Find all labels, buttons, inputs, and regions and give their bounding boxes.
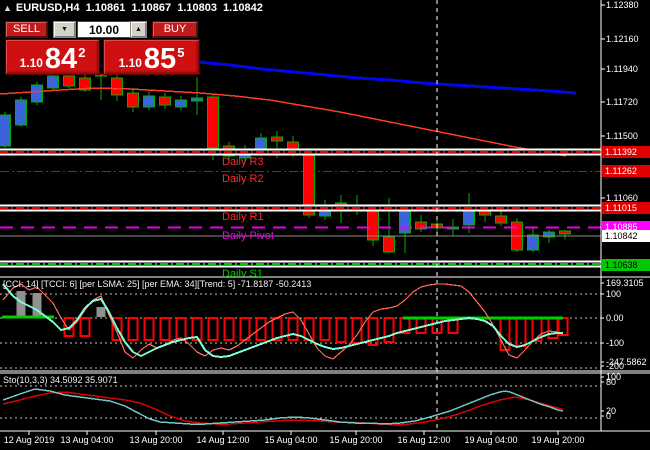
- cci-histogram-bar: [223, 317, 235, 341]
- sell-price-display[interactable]: 1.10 84 2: [5, 39, 100, 75]
- stochastic-indicator-label: Sto(10,3,3) 34.5092 35.9071: [3, 375, 118, 385]
- ohlc-close: 1.10842: [223, 2, 263, 14]
- ohlc-high: 1.10867: [131, 2, 172, 14]
- price-axis-label: 1.12160: [606, 34, 639, 44]
- candle-body: [143, 95, 155, 108]
- time-axis-label: 15 Aug 04:00: [264, 435, 318, 445]
- trade-panel-row: SELL ▼ ▲ BUY: [3, 21, 200, 38]
- candle-body: [367, 209, 379, 241]
- candle-body: [559, 230, 571, 235]
- sell-button[interactable]: SELL: [5, 21, 48, 38]
- candle-body: [47, 75, 59, 89]
- sto-axis-label: 80: [606, 377, 617, 387]
- candle-body: [383, 236, 395, 253]
- cci-indicator-label: [CCI: 14] [TCCI: 6] [per LSMA: 25] [per …: [3, 279, 312, 289]
- price-badge: 1.11262: [602, 165, 650, 177]
- time-axis-label: 16 Aug 12:00: [397, 435, 451, 445]
- cci-histogram-bar: [207, 317, 219, 341]
- cci-histogram-bar: [335, 317, 347, 343]
- buy-button[interactable]: BUY: [152, 21, 198, 38]
- price-badge: 1.11392: [602, 146, 650, 158]
- tcci-line: [2, 283, 564, 360]
- price-badge: 1.10842: [602, 230, 650, 242]
- mt4-chart-window: Daily R3 Daily R2 Daily R1 Daily Pivot Daily…: [0, 0, 650, 450]
- price-axis[interactable]: 1.12380 1.12160 1.11940 1.11720 1.11500 1.110…: [601, 0, 650, 450]
- ma-blue-line: [149, 57, 577, 95]
- cci-axis-label: 169.3105: [606, 278, 644, 288]
- buy-price-sup: 5: [177, 45, 185, 60]
- ohlc-open: 1.10861: [85, 2, 126, 14]
- ma-red-line: [0, 87, 567, 157]
- sell-price-big: 84: [44, 43, 78, 75]
- cci-histogram-bar: [515, 317, 527, 347]
- cci-axis-label: -100: [606, 338, 625, 348]
- cci-line: [2, 283, 563, 358]
- candle-body: [111, 77, 123, 96]
- candle-body: [527, 234, 539, 251]
- sto-axis-label: 0: [606, 411, 612, 421]
- price-badge: 1.11015: [602, 202, 650, 214]
- time-axis[interactable]: 12 Aug 2019 13 Aug 04:00 13 Aug 20:00 14 Au…: [0, 435, 650, 449]
- time-axis-label: 19 Aug 04:00: [464, 435, 518, 445]
- cci-histogram-bar: [79, 317, 91, 337]
- price-axis-label: 1.11940: [606, 64, 638, 74]
- candle-body: [175, 99, 187, 108]
- volume-input[interactable]: [77, 21, 131, 38]
- time-axis-label: 12 Aug 2019: [3, 435, 55, 445]
- cci-histogram-bar: [255, 317, 267, 341]
- sell-price-sup: 2: [78, 45, 86, 60]
- candle-body: [31, 84, 43, 103]
- candle-body: [191, 97, 203, 102]
- time-axis-label: 14 Aug 12:00: [196, 435, 250, 445]
- one-click-trading-panel: SELL ▼ ▲ BUY 1.10842 1.10855: [3, 20, 200, 75]
- symbol-period-label: EURUSD,H4: [15, 2, 80, 14]
- cci-histogram-bar: [143, 317, 155, 341]
- cci-axis-label: 100: [606, 289, 622, 299]
- ohlc-low: 1.10803: [177, 2, 217, 14]
- candle-body: [127, 92, 139, 108]
- price-axis-label: 1.11720: [606, 97, 638, 107]
- collapse-icon[interactable]: ▲: [3, 3, 12, 13]
- chart-header: ▲ EURUSD,H4 1.10861 1.10867 1.10803 1.108…: [3, 2, 266, 14]
- candle-body: [271, 136, 283, 142]
- price-axis-label: 1.11500: [606, 131, 638, 141]
- buy-price-big: 85: [143, 43, 177, 75]
- candle-body: [15, 99, 27, 126]
- buy-price-prefix: 1.10: [118, 56, 142, 70]
- buy-price-display[interactable]: 1.10 85 5: [103, 39, 200, 75]
- cci-histogram-bar: [159, 317, 171, 341]
- candle-body: [0, 114, 11, 147]
- time-axis-label: 19 Aug 20:00: [531, 435, 585, 445]
- cci-histogram-bar: [499, 317, 511, 351]
- volume-increase-button[interactable]: ▲: [130, 21, 147, 38]
- candle-body: [399, 209, 411, 234]
- sto-signal-line: [2, 391, 564, 426]
- sell-price-prefix: 1.10: [19, 56, 43, 70]
- price-badge: 1.10638: [602, 259, 650, 271]
- price-axis-label: 1.12380: [606, 0, 639, 10]
- cci-histogram-bar: [383, 317, 395, 343]
- cci-axis-label: -200: [606, 361, 625, 371]
- time-axis-label: 13 Aug 04:00: [60, 435, 114, 445]
- cci-histogram-bar: [287, 317, 299, 341]
- cci-histogram-bar: [239, 317, 251, 341]
- cci-histogram-bar: [175, 317, 187, 341]
- cci-histogram-bar: [547, 317, 559, 339]
- cci-histogram-bar: [319, 317, 331, 341]
- time-axis-label: 13 Aug 20:00: [129, 435, 183, 445]
- candle-body: [63, 75, 75, 87]
- cci-axis-label: 0.00: [606, 313, 624, 323]
- candle-body: [159, 96, 171, 106]
- cci-histogram-bar: [127, 317, 139, 341]
- time-axis-label: 15 Aug 20:00: [329, 435, 383, 445]
- volume-decrease-button[interactable]: ▼: [53, 21, 76, 38]
- candle-body: [207, 96, 219, 149]
- cci-gray-bar: [96, 307, 106, 317]
- candle-body: [495, 215, 507, 224]
